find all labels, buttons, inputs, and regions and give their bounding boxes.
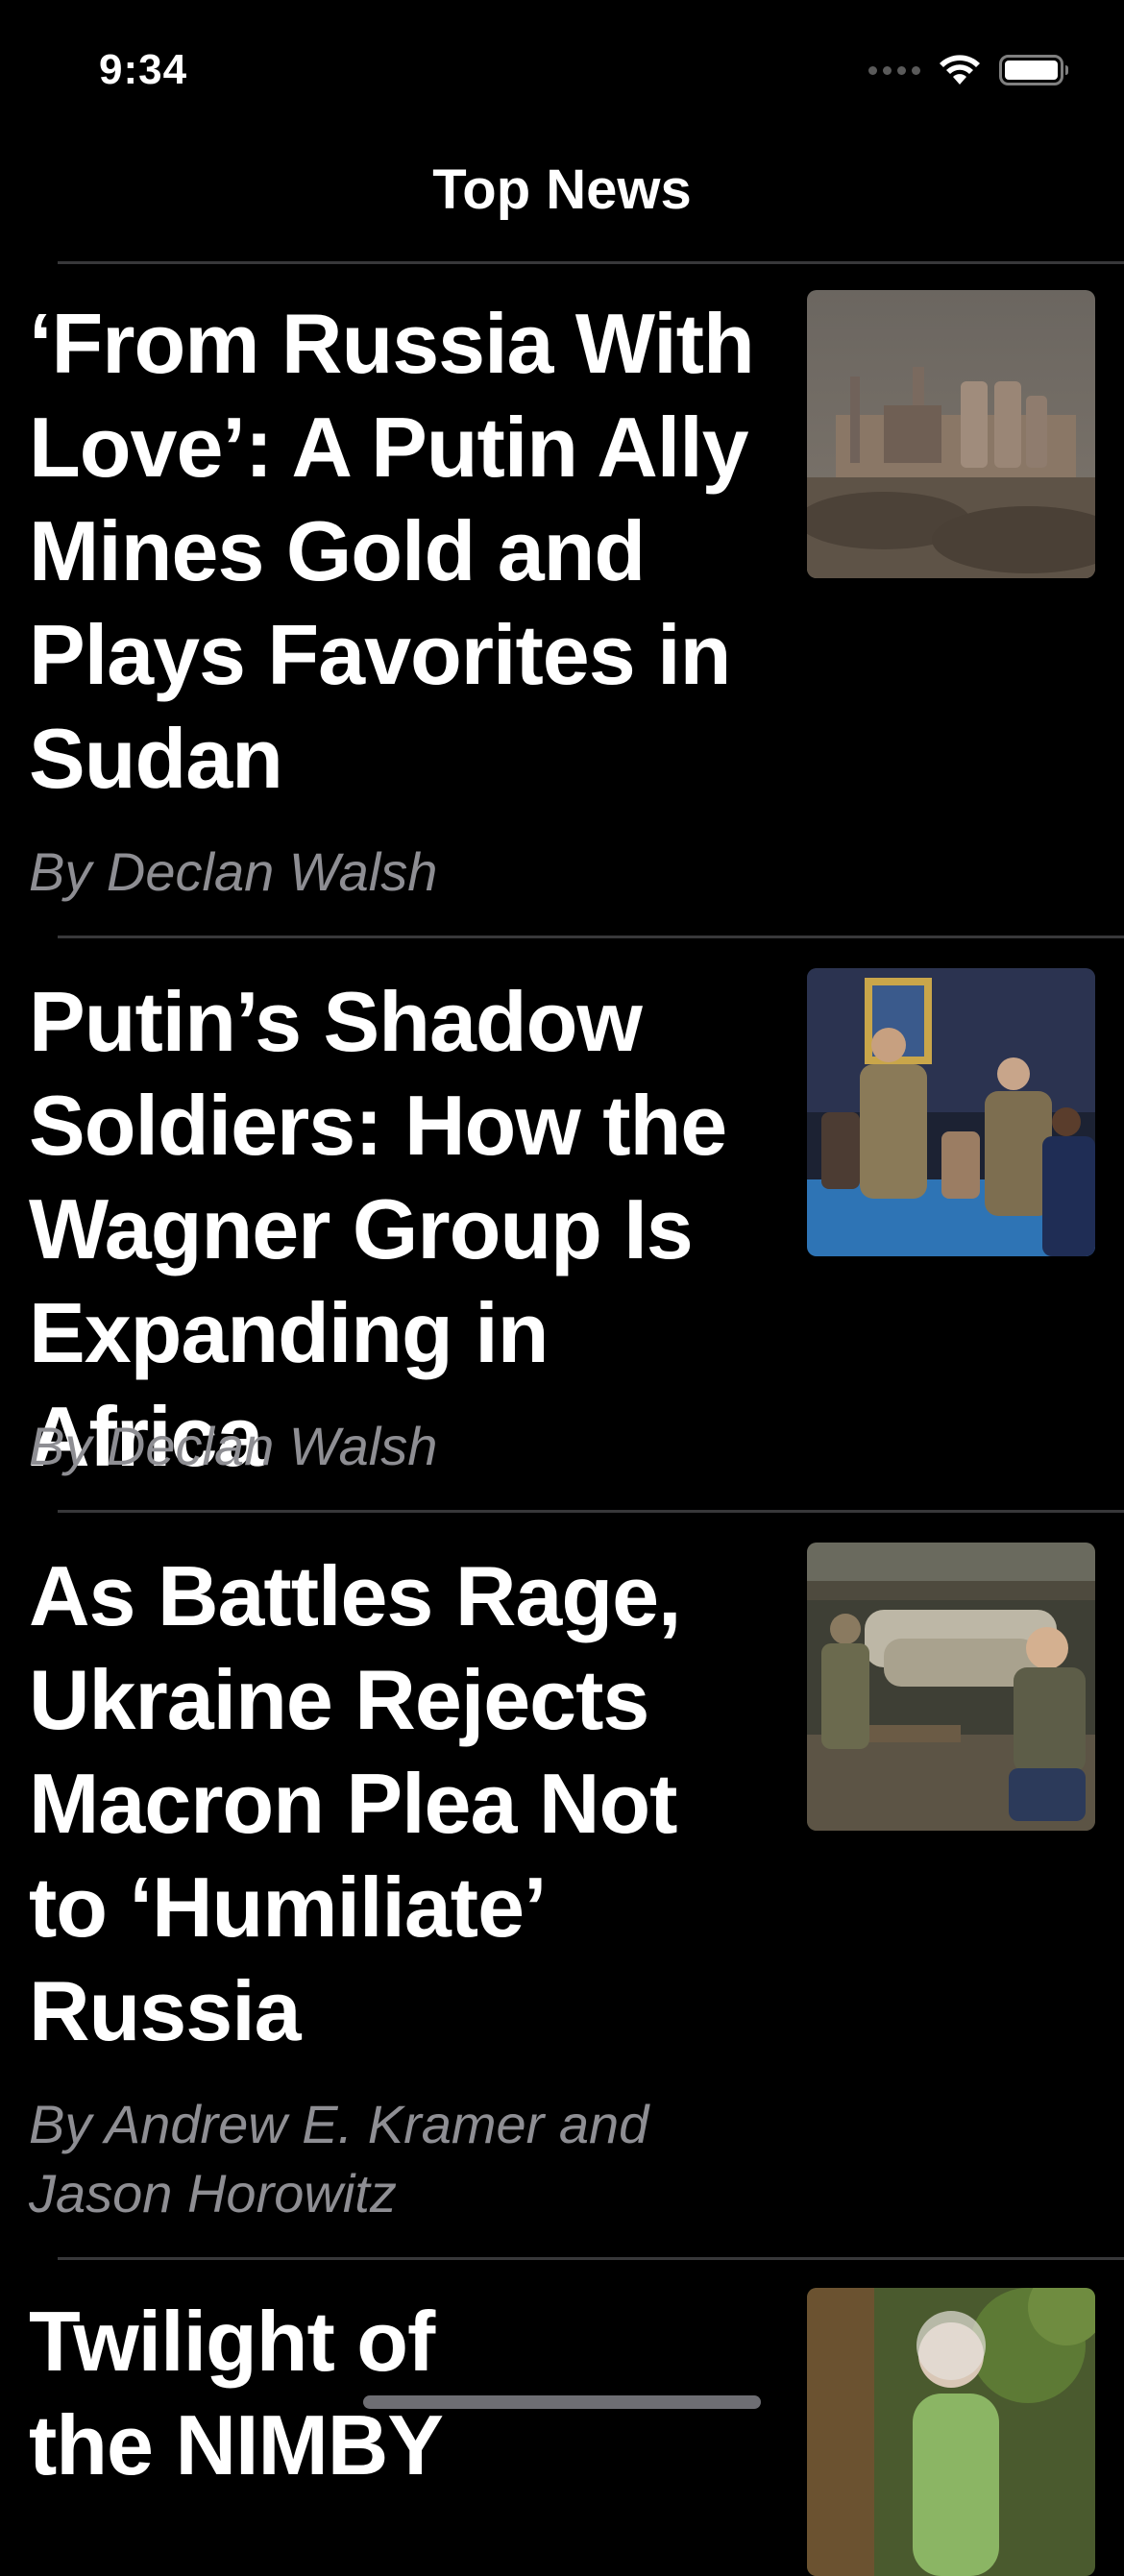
battery-icon bbox=[999, 55, 1068, 85]
divider bbox=[58, 936, 1124, 938]
divider bbox=[58, 2257, 1124, 2260]
article-headline: Putin’s Shadow Soldiers: How the Wagner … bbox=[29, 974, 727, 1484]
page-title: Top News bbox=[432, 158, 692, 221]
nav-bar: Top News bbox=[0, 144, 1124, 264]
article-thumbnail bbox=[807, 2288, 1095, 2576]
status-icons bbox=[868, 54, 1070, 86]
status-bar: 9:34 bbox=[0, 0, 1124, 134]
article-byline: By Andrew E. Kramer and Jason Horowitz bbox=[29, 2094, 649, 2224]
article-thumbnail bbox=[807, 1543, 1095, 1831]
article-byline: By Declan Walsh bbox=[29, 1416, 438, 1476]
article-thumbnail bbox=[807, 290, 1095, 578]
article-headline: ‘From Russia With Love’: A Putin Ally Mi… bbox=[29, 296, 755, 806]
status-time: 9:34 bbox=[99, 46, 188, 93]
article-headline: As Battles Rage, Ukraine Rejects Macron … bbox=[29, 1548, 681, 2058]
wifi-icon bbox=[940, 55, 980, 85]
cellular-dots-icon bbox=[868, 65, 920, 75]
home-indicator[interactable] bbox=[363, 2395, 761, 2409]
article-byline: By Declan Walsh bbox=[29, 841, 438, 902]
divider bbox=[58, 1510, 1124, 1513]
article-headline: Twilight of the NIMBY bbox=[29, 2294, 444, 2492]
article-thumbnail bbox=[807, 968, 1095, 1256]
divider bbox=[58, 261, 1124, 264]
